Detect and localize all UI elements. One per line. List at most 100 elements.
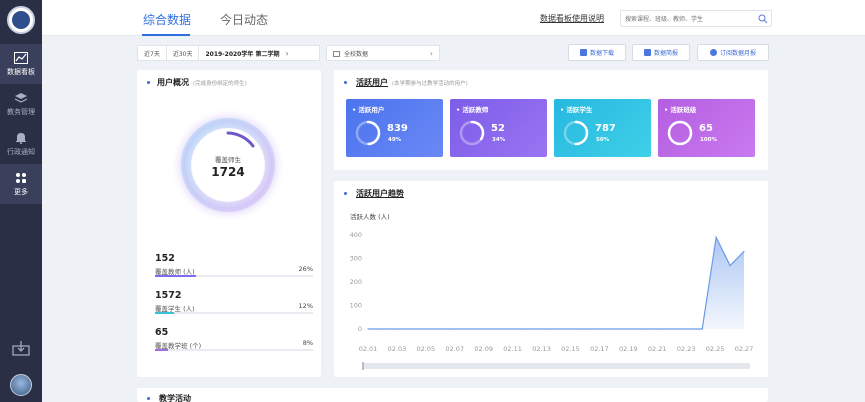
tile-value: 787 [595,123,616,134]
data-point [409,328,411,330]
stat-classes: 65 覆盖教学班 (个) 8% [155,327,313,351]
download-icon[interactable] [12,340,30,356]
user-overview-subtitle: (完成身份绑定的师生) [193,81,247,87]
stat-percent: 26% [298,265,313,273]
chart-scrollbar[interactable] [362,363,750,369]
tile-label: • 活跃班级 [664,106,697,114]
x-tick-label: 02.11 [503,345,522,353]
scope-label: 全校数据 [344,50,369,58]
sidebar-item-notice[interactable]: 行政通知 [0,124,42,164]
ring-label: 覆盖师生 [215,156,241,164]
trend-card: 活跃用户趋势 活跃人数 (人) 0 100 200 300 400 02.01 02.03 0… [334,181,768,377]
stat-students: 1572 覆盖学生 (人) 12% [155,290,313,314]
data-point [576,328,578,330]
tab-today[interactable]: 今日动态 [220,11,268,28]
scope-filter[interactable]: 全校数据 › [326,45,440,61]
tile-active-users[interactable]: • 活跃用户 839 49% [346,99,443,157]
sidebar-item-label: 更多 [14,187,28,196]
avatar[interactable] [10,374,32,396]
stat-progress-fill [155,275,197,277]
sidebar-item-dashboard[interactable]: 数据看板 [0,44,42,84]
term-label: 2019-2020学年 第二学期 [205,50,280,58]
download-data-button[interactable]: 数据下载 [568,44,626,61]
data-point [701,328,703,330]
tile-label: • 活跃教师 [456,106,489,114]
tab-overview[interactable]: 综合数据 [143,11,191,28]
help-link[interactable]: 数据看板使用说明 [540,13,604,24]
data-point [395,328,397,330]
tile-progress-ring [667,120,693,146]
active-tab-indicator [142,34,190,36]
subscribe-icon [709,49,717,56]
data-point [506,328,508,330]
title-dot [147,81,150,84]
trend-chart: 0 100 200 300 400 02.01 02.03 02.05 02.07 02.09 02… [350,231,754,370]
report-icon [643,49,651,56]
sidebar-item-label: 行政通知 [7,147,35,156]
data-point [520,328,522,330]
tile-label-text: 活跃用户 [358,106,385,114]
card-title: 用户概况 (完成身份绑定的师生) [157,77,247,88]
chevron-right-icon: › [429,48,433,58]
scrollbar-handle[interactable] [362,362,364,370]
series-area [368,237,744,329]
range-7-days[interactable]: 近7天 [138,46,167,60]
x-tick-label: 02.13 [532,345,551,353]
data-point [604,328,606,330]
active-users-title: 活跃用户 [356,78,388,87]
tile-value: 65 [699,123,713,134]
x-tick-label: 02.03 [388,345,407,353]
data-point [673,328,675,330]
stat-progress-bar [155,312,313,314]
data-point [437,328,439,330]
range-30-days[interactable]: 近30天 [167,46,200,60]
tile-active-students[interactable]: • 活跃学生 787 50% [554,99,651,157]
x-tick-label: 02.17 [590,345,609,353]
stat-progress-fill [155,312,174,314]
data-point [743,250,745,253]
ring-value: 1724 [211,165,245,179]
stat-progress-fill [155,349,168,351]
data-point [631,328,634,330]
term-select[interactable]: 2019-2020学年 第二学期 › [199,46,294,60]
sidebar-item-more[interactable]: 更多 [0,164,42,204]
sidebar-item-label: 数据看板 [7,67,35,76]
subscribe-report-button[interactable]: 订阅数据月报 [697,44,769,61]
tile-value: 839 [387,123,408,134]
x-tick-label: 02.19 [619,345,638,353]
data-point [645,328,648,330]
stat-value: 1572 [155,290,182,301]
search-icon[interactable] [758,14,768,24]
building-icon [333,51,340,57]
sidebar-item-academic[interactable]: 教务管理 [0,84,42,124]
search-input[interactable] [625,13,755,25]
x-tick-label: 02.01 [359,345,378,353]
subscribe-report-label: 订阅数据月报 [719,50,756,57]
tile-active-classes[interactable]: • 活跃班级 65 100% [658,99,755,157]
data-brief-button[interactable]: 数据简报 [632,44,690,61]
title-dot [147,397,150,400]
stat-percent: 12% [298,302,313,310]
stat-teachers: 152 覆盖教师 (人) 26% [155,253,313,277]
bell-icon [16,132,26,144]
tile-label-text: 活跃教师 [462,106,489,114]
scope-select: 全校数据 [333,49,368,58]
data-point [590,328,592,330]
x-tick-label: 02.27 [735,345,754,353]
sidebar-item-label: 教务管理 [7,107,35,116]
tile-progress-ring [459,120,485,146]
x-tick-label: 02.09 [474,345,493,353]
date-filter: 近7天 近30天 2019-2020学年 第二学期 › [137,45,320,61]
tile-active-teachers[interactable]: • 活跃教师 52 34% [450,99,547,157]
sidebar: 数据看板 教务管理 行政通知 更多 [0,0,42,402]
tile-percent: 100% [700,137,717,143]
x-tick-label: 02.21 [648,345,667,353]
y-tick-label: 300 [350,255,362,263]
coverage-ring: 覆盖师生 1724 [169,106,287,224]
y-tick-label: 200 [350,278,362,286]
data-point [618,328,620,330]
data-point [367,328,369,330]
user-overview-title: 用户概况 [157,78,189,87]
tile-value: 52 [491,123,505,134]
active-users-subtitle: (本学期参与过教学活动的用户) [392,81,468,87]
